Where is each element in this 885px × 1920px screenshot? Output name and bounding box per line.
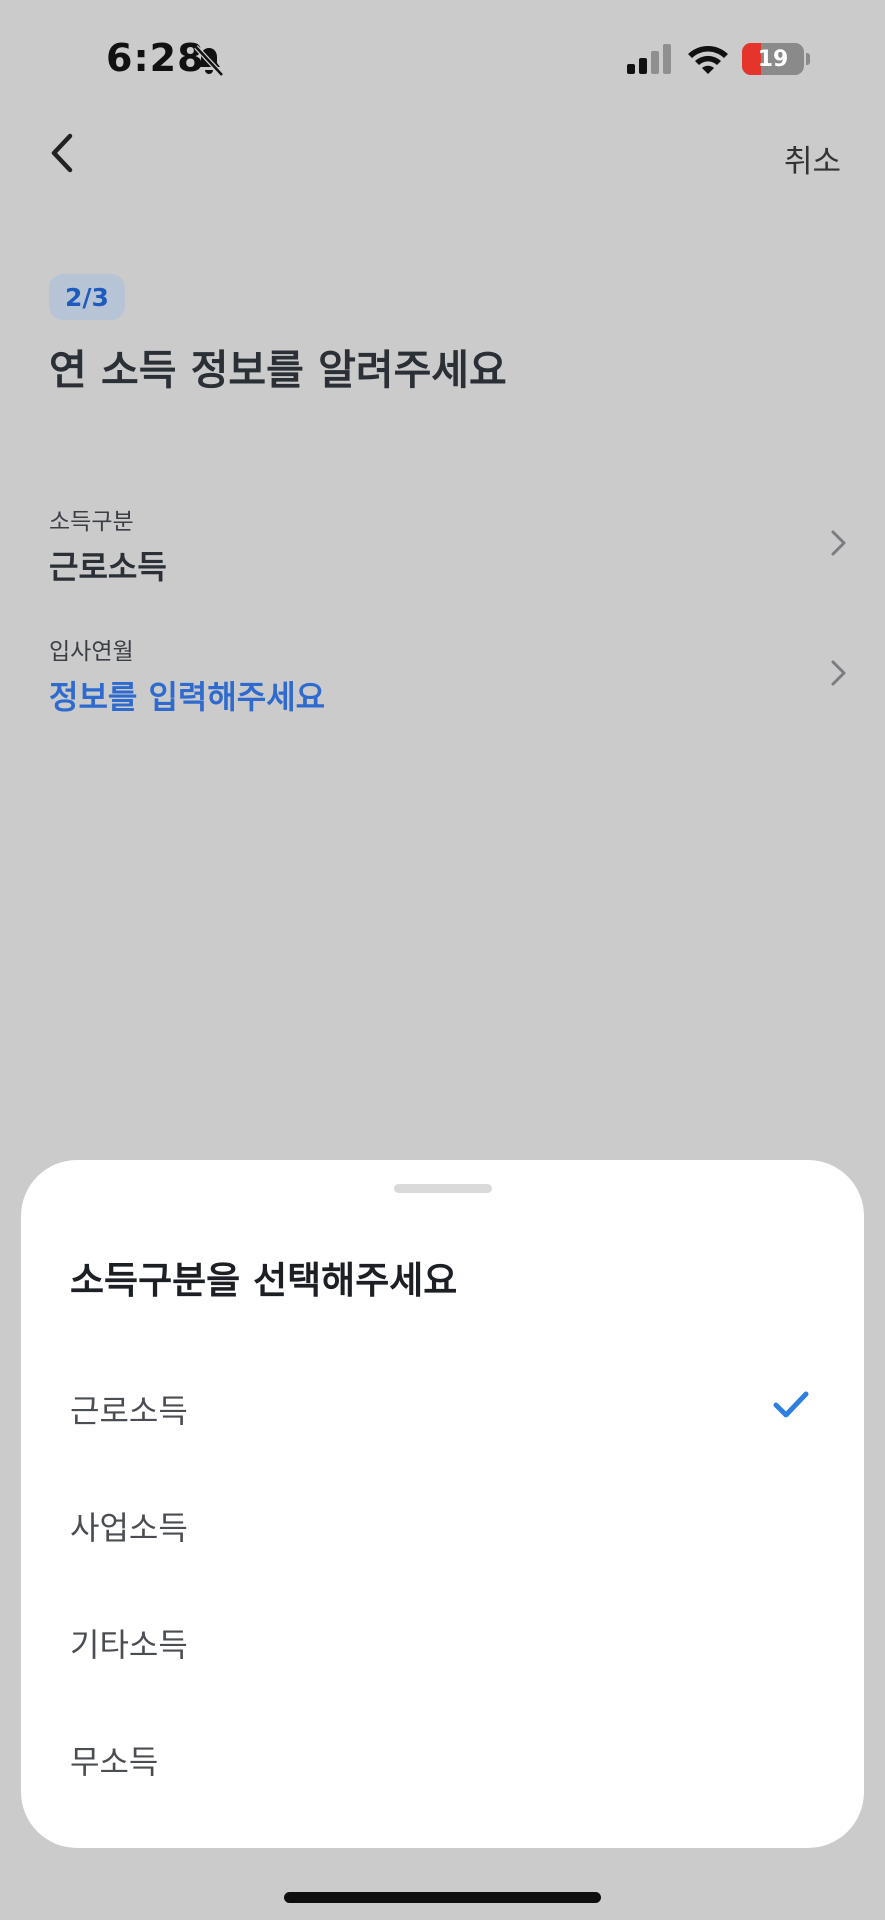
home-indicator[interactable] (284, 1892, 601, 1903)
option-business-income[interactable]: 사업소득 (21, 1467, 864, 1584)
field-label: 입사연월 (49, 639, 134, 665)
option-label: 무소득 (70, 1742, 159, 1781)
sheet-drag-handle[interactable] (394, 1184, 492, 1193)
option-label: 사업소득 (70, 1508, 188, 1547)
income-type-field[interactable]: 소득구분 근로소득 (49, 502, 849, 586)
sheet-title: 소득구분을 선택해주세요 (70, 1259, 458, 1302)
field-label: 소득구분 (49, 509, 134, 535)
field-value: 근로소득 (49, 548, 167, 586)
option-earned-income[interactable]: 근로소득 (21, 1350, 864, 1467)
check-icon (773, 1391, 809, 1418)
option-label: 기타소득 (70, 1625, 188, 1664)
chevron-right-icon (831, 660, 846, 686)
page-title: 연 소득 정보를 알려주세요 (49, 346, 507, 394)
bell-muted-icon (194, 45, 224, 77)
battery-nub (806, 53, 810, 65)
battery-percent: 19 (757, 46, 789, 72)
chevron-right-icon (831, 530, 846, 556)
step-badge: 2/3 (49, 274, 125, 320)
option-label: 근로소득 (70, 1391, 188, 1430)
wifi-icon (688, 46, 728, 74)
option-list: 근로소득 사업소득 기타소득 무소득 (21, 1350, 864, 1818)
cellular-signal-icon (627, 44, 671, 74)
status-time: 6:28 (106, 36, 205, 80)
back-button[interactable] (44, 130, 84, 176)
battery-icon: 19 (742, 43, 804, 75)
option-other-income[interactable]: 기타소득 (21, 1584, 864, 1701)
income-type-sheet: 소득구분을 선택해주세요 근로소득 사업소득 기타소득 무소득 (21, 1160, 864, 1848)
field-value: 정보를 입력해주세요 (49, 678, 326, 716)
screen: 6:28 19 취소 2/3 연 소득 정보를 알려주세요 소득구분 근로소득 … (0, 0, 885, 1920)
status-bar: 6:28 19 (0, 0, 885, 120)
option-no-income[interactable]: 무소득 (21, 1701, 864, 1818)
cancel-button[interactable]: 취소 (784, 136, 841, 181)
join-date-field[interactable]: 입사연월 정보를 입력해주세요 (49, 632, 849, 716)
